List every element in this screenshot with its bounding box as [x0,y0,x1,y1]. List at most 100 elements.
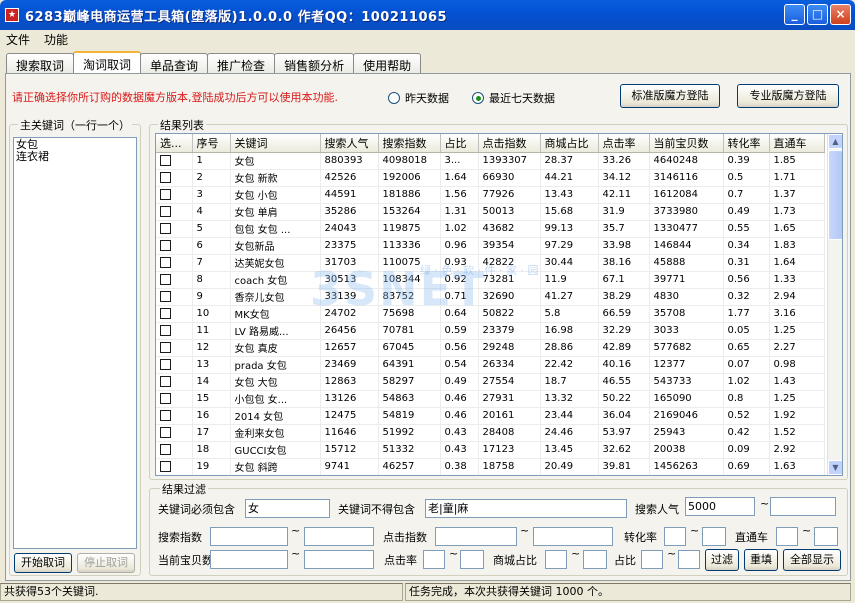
ztc-min-input[interactable] [776,527,798,546]
search-index-max-input[interactable] [304,527,374,546]
keywords-textarea[interactable]: 女包 连衣裙 [13,137,137,549]
tab-promo-check[interactable]: 推广检查 [207,53,276,73]
tab-item-query[interactable]: 单品查询 [140,53,209,73]
table-row[interactable]: 10 MK女包 24702 75698 0.64 50822 5.8 66.59 35708 1.… [156,305,825,323]
column-header[interactable]: 选... [156,134,193,153]
pro-login-button[interactable]: 专业版魔方登陆 [737,84,839,108]
tab-taoci-words[interactable]: 淘词取词 [73,51,142,73]
row-checkbox[interactable] [160,154,171,166]
row-checkbox-cell[interactable] [156,220,193,238]
items-min-input[interactable] [210,550,288,569]
row-checkbox[interactable] [160,205,171,217]
conv-min-input[interactable] [664,527,686,546]
menu-function[interactable]: 功能 [44,31,68,48]
items-max-input[interactable] [304,550,374,569]
column-header[interactable]: 点击指数 [478,134,541,153]
maximize-icon[interactable]: □ [807,4,828,25]
column-header[interactable]: 关键词 [230,134,321,153]
row-checkbox-cell[interactable] [156,424,193,442]
radio-last7[interactable]: 最近七天数据 [472,90,555,106]
radio-last7-dot[interactable] [472,92,484,104]
scroll-up-icon[interactable]: ▲ [828,134,842,149]
table-row[interactable]: 6 女包新品 23375 113336 0.96 39354 97.29 33.98 14684… [156,237,825,255]
row-checkbox-cell[interactable] [156,254,193,272]
row-checkbox[interactable] [160,188,171,200]
row-checkbox-cell[interactable] [156,322,193,340]
row-checkbox[interactable] [160,358,171,370]
results-scrollbar[interactable]: ▲ ▼ [827,134,842,475]
click-index-max-input[interactable] [533,527,613,546]
row-checkbox[interactable] [160,256,171,268]
row-checkbox-cell[interactable] [156,237,193,255]
scroll-down-icon[interactable]: ▼ [828,460,842,475]
row-checkbox-cell[interactable] [156,203,193,221]
share-min-input[interactable] [641,550,663,569]
ctr-min-input[interactable] [423,550,445,569]
table-row[interactable]: 15 小包包 女... 13126 54863 0.46 27931 13.32 50.22 1… [156,390,825,408]
mall-min-input[interactable] [545,550,567,569]
row-checkbox-cell[interactable] [156,152,193,170]
menu-file[interactable]: 文件 [6,31,30,48]
title-bar[interactable]: ★ 6283巅峰电商运营工具箱(堕落版)1.0.0.0 作者QQ：1002110… [0,0,855,30]
stop-button[interactable]: 停止取词 [77,553,135,573]
click-index-min-input[interactable] [435,527,517,546]
column-header[interactable]: 点击率 [598,134,650,153]
standard-login-button[interactable]: 标准版魔方登陆 [620,84,720,108]
show-all-button[interactable]: 全部显示 [783,549,841,571]
column-header[interactable]: 商城占比 [540,134,599,153]
tab-sales-analysis[interactable]: 销售额分析 [274,53,355,73]
row-checkbox[interactable] [160,222,171,234]
conv-max-input[interactable] [702,527,726,546]
column-header[interactable]: 搜索人气 [320,134,379,153]
table-row[interactable]: 17 金利来女包 11646 51992 0.43 28408 24.46 53.97 2594… [156,424,825,442]
row-checkbox-cell[interactable] [156,271,193,289]
table-row[interactable]: 5 包包 女包 ... 24043 119875 1.02 43682 99.13 35.7 1… [156,220,825,238]
column-header[interactable]: 直通车 [769,134,825,153]
row-checkbox[interactable] [160,392,171,404]
must-include-input[interactable]: 女 [245,499,330,518]
radio-yesterday-dot[interactable] [388,92,400,104]
row-checkbox-cell[interactable] [156,373,193,391]
start-button[interactable]: 开始取词 [14,553,72,573]
table-row[interactable]: 2 女包 新款 42526 192006 1.64 66930 44.21 34.12 3146… [156,169,825,187]
table-row[interactable]: 3 女包 小包 44591 181886 1.56 77926 13.43 42.11 1612… [156,186,825,204]
row-checkbox-cell[interactable] [156,441,193,459]
radio-yesterday[interactable]: 昨天数据 [388,90,449,106]
row-checkbox[interactable] [160,307,171,319]
column-header[interactable]: 转化率 [723,134,770,153]
search-pop-min-input[interactable]: 5000 [685,497,755,516]
row-checkbox-cell[interactable] [156,339,193,357]
table-row[interactable]: 8 coach 女包 30513 108344 0.92 73281 11.9 67.1 397… [156,271,825,289]
close-icon[interactable]: × [830,4,851,25]
row-checkbox[interactable] [160,426,171,438]
row-checkbox[interactable] [160,341,171,353]
row-checkbox[interactable] [160,375,171,387]
row-checkbox-cell[interactable] [156,407,193,425]
row-checkbox[interactable] [160,290,171,302]
results-grid[interactable]: 选... 序号 关键词 搜索人气 搜索指数 占比 点击指数 商城占比 点击率 当前宝贝数 转化率 直通… [155,133,843,476]
row-checkbox[interactable] [160,409,171,421]
column-header[interactable]: 当前宝贝数 [649,134,724,153]
row-checkbox[interactable] [160,460,171,472]
ztc-max-input[interactable] [814,527,838,546]
search-pop-max-input[interactable] [770,497,836,516]
reset-button[interactable]: 重填 [744,549,778,571]
table-row[interactable]: 16 2014 女包 12475 54819 0.46 20161 23.44 36.04 21… [156,407,825,425]
tab-help[interactable]: 使用帮助 [353,53,422,73]
table-row[interactable]: 19 女包 斜跨 9741 46257 0.38 18758 20.49 39.81 14562… [156,458,825,475]
row-checkbox[interactable] [160,273,171,285]
row-checkbox-cell[interactable] [156,305,193,323]
row-checkbox-cell[interactable] [156,169,193,187]
table-row[interactable]: 12 女包 真皮 12657 67045 0.56 29248 28.86 42.89 5776… [156,339,825,357]
table-row[interactable]: 13 prada 女包 23469 64391 0.54 26334 22.42 40.16 1… [156,356,825,374]
minimize-icon[interactable]: _ [784,4,805,25]
column-header[interactable]: 序号 [192,134,231,153]
share-max-input[interactable] [678,550,700,569]
table-row[interactable]: 1 女包 880393 4098018 3... 1393307 28.37 33.26 464… [156,152,825,170]
row-checkbox[interactable] [160,239,171,251]
row-checkbox[interactable] [160,171,171,183]
filter-button[interactable]: 过滤 [705,549,739,571]
table-row[interactable]: 11 LV 路易威... 26456 70781 0.59 23379 16.98 32.29… [156,322,825,340]
row-checkbox-cell[interactable] [156,356,193,374]
column-header[interactable]: 搜索指数 [378,134,441,153]
